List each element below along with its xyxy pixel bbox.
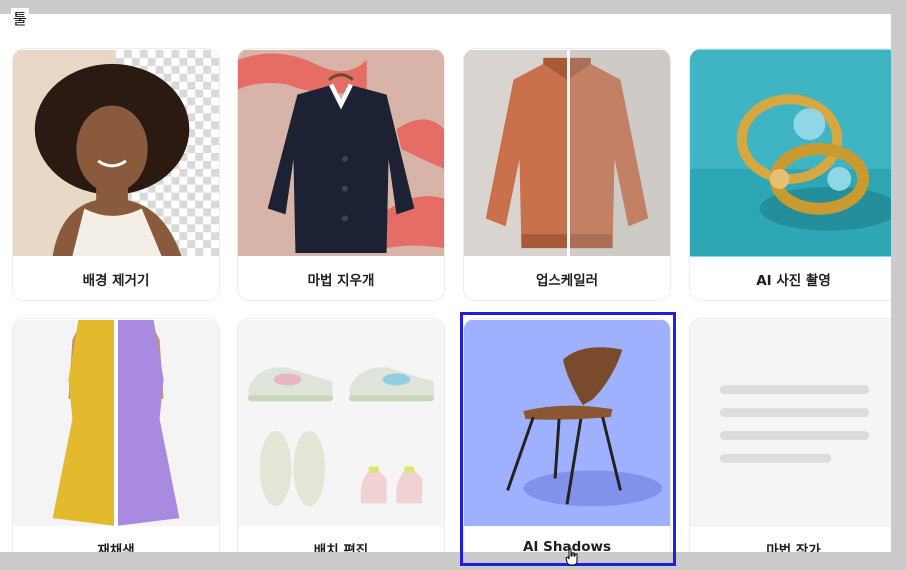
tool-label: 마법 지우개 (307, 273, 375, 289)
bomber-jacket-image (464, 50, 670, 256)
tool-card-batch-edit[interactable]: 배치 편집 (237, 318, 445, 566)
tool-card-magic-writer[interactable]: 마법 작가 (689, 318, 898, 566)
ai-photoshoot-thumbnail (690, 49, 897, 257)
tool-card-ai-shadows[interactable]: AI Shadows (463, 318, 671, 566)
batch-edit-thumbnail (238, 319, 444, 527)
tool-card-ai-photoshoot[interactable]: AI 사진 촬영 (689, 48, 898, 301)
tool-label: 업스케일러 (535, 273, 599, 289)
tool-card-upscaler[interactable]: 업스케일러 (463, 48, 671, 301)
portrait-image (13, 50, 219, 256)
jacket-image (238, 50, 444, 256)
magic-eraser-thumbnail (238, 49, 444, 257)
window-bottom-edge (0, 552, 906, 566)
upscaler-thumbnail (464, 49, 670, 257)
tool-card-background-remover[interactable]: 배경 제거기 (12, 48, 220, 301)
rings-image (690, 49, 897, 257)
tool-card-magic-eraser[interactable]: 마법 지우개 (237, 48, 445, 301)
window-right-edge (891, 0, 906, 566)
hand-pointer-icon (565, 548, 579, 570)
tool-label: AI 사진 촬영 (756, 273, 831, 289)
recolor-thumbnail (13, 319, 219, 527)
section-title: 툴 (11, 8, 29, 29)
text-lines-placeholder (690, 319, 897, 527)
ai-shadows-thumbnail (464, 319, 670, 527)
tool-label: 배경 제거기 (82, 273, 150, 289)
sneakers-image (238, 320, 444, 526)
background-remover-thumbnail (13, 49, 219, 257)
chair-image (464, 320, 670, 526)
magic-writer-thumbnail (690, 319, 897, 527)
tool-card-recolor[interactable]: 재채색 (12, 318, 220, 566)
dress-image (13, 320, 219, 526)
